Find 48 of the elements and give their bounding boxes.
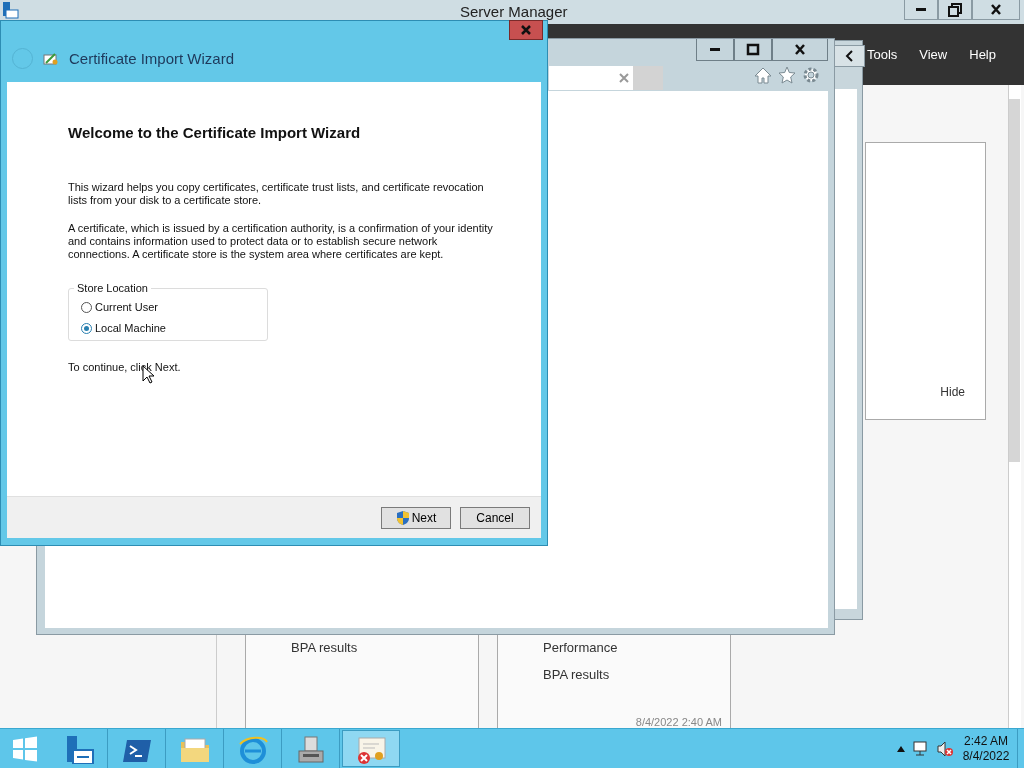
minimize-icon (916, 8, 926, 11)
maximize-icon (745, 41, 761, 58)
restore-button[interactable] (938, 0, 972, 20)
certificate-icon (43, 50, 59, 67)
tile-item[interactable]: Performance (543, 640, 730, 655)
windows-logo-icon (12, 735, 38, 762)
cancel-button[interactable]: Cancel (460, 506, 530, 529)
taskbar-button[interactable] (342, 730, 400, 767)
menu-item[interactable]: Help (969, 47, 996, 62)
clock-time: 2:42 AM (964, 733, 1008, 749)
minimize-button[interactable] (904, 0, 938, 20)
address-field[interactable] (549, 66, 633, 90)
wizard-heading: Welcome to the Certificate Import Wizard (68, 124, 361, 141)
star-icon (778, 66, 796, 84)
close-button[interactable] (772, 39, 828, 61)
close-button[interactable] (972, 0, 1020, 20)
paragraph: This wizard helps you copy certificates, certificate trust lists, and certificate revocation lists from your disk to a certificate store. (68, 181, 485, 207)
restore-icon (947, 1, 963, 18)
paragraph: A certificate, which is issued by a certification authority, is a confirmation of your identity and contains information used to protect data or to establish secure network connections. A certificate store is the system area where certificates are kept. (68, 222, 494, 261)
radio-label[interactable]: Local Machine (95, 322, 166, 334)
scrollbar-thumb[interactable] (1009, 99, 1020, 462)
home-icon (754, 66, 772, 84)
settings-icon (802, 66, 820, 84)
minimize-icon (710, 48, 720, 51)
back-button[interactable] (833, 45, 865, 67)
radio-label[interactable]: Current User (95, 301, 158, 313)
clock[interactable]: 2:42 AM 8/4/2022 (961, 733, 1011, 764)
network-icon (913, 740, 929, 757)
tile-item[interactable]: BPA results (543, 667, 730, 682)
maximize-button[interactable] (734, 39, 772, 61)
shield-icon (395, 509, 410, 526)
server-icon (1, 1, 19, 19)
chevron-left-icon (844, 50, 854, 62)
group-label: Store Location (74, 282, 151, 294)
minimize-button[interactable] (696, 39, 734, 61)
menu-item[interactable]: View (919, 47, 948, 62)
dialog-title: Certificate Import Wizard (69, 50, 235, 67)
menu-item[interactable]: Tools (866, 47, 898, 62)
speaker-muted-icon (937, 740, 953, 757)
close-icon (520, 24, 532, 36)
tile-item[interactable]: BPA results (291, 640, 478, 655)
caret-up-icon (897, 745, 905, 752)
window-title: Server Manager (460, 3, 568, 20)
timestamp: 8/4/2022 2:40 AM (635, 716, 722, 728)
close-icon (619, 73, 629, 83)
next-button[interactable]: Next (381, 506, 451, 529)
hide-link[interactable]: Hide (940, 385, 965, 399)
clock-date: 8/4/2022 (962, 748, 1010, 764)
